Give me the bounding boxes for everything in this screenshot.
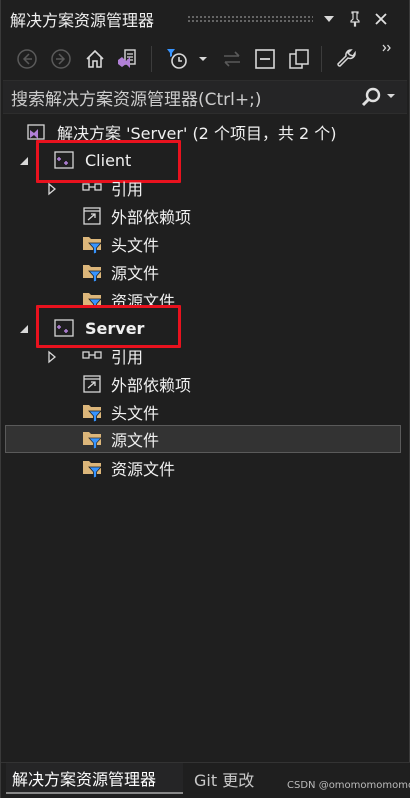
sync-with-active-document-icon[interactable]: [219, 46, 245, 72]
tree-item-source-files-selected[interactable]: 源文件: [5, 425, 401, 453]
references-icon: [81, 177, 103, 199]
bottom-tab-strip: 解决方案资源管理器 Git 更改 CSDN @omomomomomom: [1, 762, 410, 798]
search-options-dropdown-icon[interactable]: [386, 89, 400, 107]
panel-titlebar: 解决方案资源管理器: [1, 0, 410, 38]
window-position-dropdown-icon[interactable]: [319, 8, 339, 30]
node-label: 头文件: [111, 236, 160, 255]
expanded-arrow-icon[interactable]: [17, 153, 31, 167]
tab-git-changes[interactable]: Git 更改: [194, 763, 254, 794]
forward-icon[interactable]: [48, 46, 74, 72]
toolbar-separator: [321, 46, 322, 72]
watermark-text: CSDN @omomomomomom: [287, 780, 410, 791]
toolbar-separator: [151, 46, 152, 72]
node-label: 头文件: [111, 404, 160, 423]
tree-item-references[interactable]: 引用: [5, 174, 401, 202]
node-label: 外部依赖项: [111, 376, 192, 395]
node-label: 资源文件: [111, 292, 176, 306]
tree-item-external-dependencies[interactable]: 外部依赖项: [5, 370, 401, 398]
switch-views-icon[interactable]: [114, 46, 140, 72]
collapsed-arrow-icon[interactable]: [45, 349, 59, 364]
tree-item-source-files[interactable]: 源文件: [5, 258, 401, 286]
filter-dropdown-icon[interactable]: [195, 46, 211, 72]
tree-item-resource-files[interactable]: 资源文件: [5, 454, 401, 482]
tab-solution-explorer[interactable]: 解决方案资源管理器: [6, 763, 183, 794]
filter-folder-icon: [81, 457, 103, 479]
tree-item-external-dependencies[interactable]: 外部依赖项: [5, 202, 401, 230]
search-placeholder: 搜索解决方案资源管理器(Ctrl+;): [11, 89, 262, 110]
drag-grip[interactable]: [187, 15, 313, 22]
filter-folder-icon: [81, 233, 103, 255]
filter-folder-icon: [81, 261, 103, 283]
show-all-files-icon[interactable]: [286, 46, 312, 72]
filter-folder-icon: [81, 401, 103, 423]
back-icon[interactable]: [14, 46, 40, 72]
tree-item-header-files[interactable]: 头文件: [5, 230, 401, 258]
expanded-arrow-icon[interactable]: [17, 321, 31, 335]
filter-folder-icon: [81, 428, 103, 450]
node-label: 源文件: [111, 431, 160, 450]
panel-title: 解决方案资源管理器: [10, 11, 155, 30]
properties-wrench-icon[interactable]: [334, 46, 360, 72]
close-icon[interactable]: [371, 8, 391, 30]
external-dependencies-icon: [81, 373, 103, 395]
collapsed-arrow-icon[interactable]: [45, 181, 59, 196]
node-label: 源文件: [111, 264, 160, 283]
tree-item-header-files[interactable]: 头文件: [5, 398, 401, 426]
references-icon: [81, 345, 103, 367]
node-label: 外部依赖项: [111, 208, 192, 227]
search-icon[interactable]: [359, 86, 383, 110]
filter-folder-icon: [81, 289, 103, 306]
node-label: 引用: [111, 348, 144, 367]
tree-item-resource-files[interactable]: 资源文件: [5, 286, 401, 306]
node-label: 资源文件: [111, 460, 176, 479]
search-input[interactable]: 搜索解决方案资源管理器(Ctrl+;): [3, 80, 407, 114]
home-icon[interactable]: [82, 46, 108, 72]
node-label: 引用: [111, 180, 144, 199]
solution-explorer-toolbar: [1, 38, 410, 80]
pin-icon[interactable]: [345, 8, 365, 30]
external-dependencies-icon: [81, 205, 103, 227]
pending-changes-filter-icon[interactable]: [164, 46, 190, 72]
tree-item-references[interactable]: 引用: [5, 342, 401, 370]
toolbar-overflow-icon[interactable]: [379, 40, 395, 56]
collapse-all-icon[interactable]: [252, 46, 278, 72]
